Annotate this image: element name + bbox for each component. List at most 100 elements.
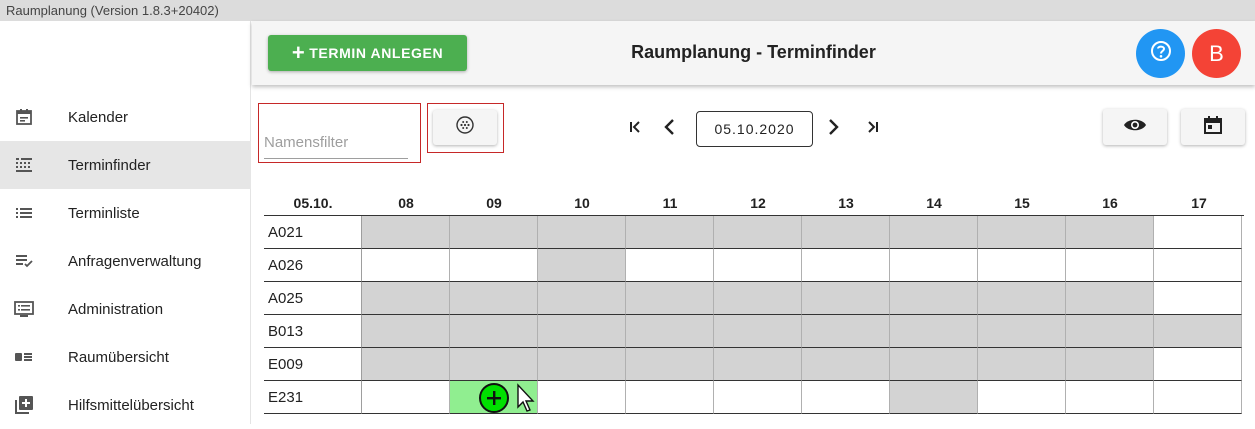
- sidebar-item-label: Hilfsmittelübersicht: [68, 396, 194, 414]
- free-slot[interactable]: [802, 381, 890, 414]
- sidebar-item-administration[interactable]: Administration: [0, 285, 251, 333]
- booked-slot: [538, 216, 626, 249]
- next-day-button[interactable]: [820, 116, 846, 142]
- user-initial: B: [1209, 40, 1224, 66]
- window-title-bar: Raumplanung (Version 1.8.3+20402): [0, 0, 1255, 21]
- user-avatar-button[interactable]: B: [1192, 29, 1241, 78]
- booked-slot: [714, 315, 802, 348]
- booked-slot: [890, 282, 978, 315]
- plus-icon: +: [291, 40, 306, 65]
- booked-slot: [626, 216, 714, 249]
- sidebar-item-terminliste[interactable]: Terminliste: [0, 189, 251, 237]
- booked-slot: [626, 282, 714, 315]
- grid-list-icon: [13, 154, 35, 176]
- sidebar-item-label: Terminliste: [68, 204, 140, 222]
- sidebar: Kalender Terminfinder Terminliste Anfrag…: [0, 21, 251, 424]
- booked-slot: [450, 216, 538, 249]
- booked-slot: [978, 216, 1066, 249]
- free-slot[interactable]: [1154, 282, 1242, 315]
- date-picker-field[interactable]: 05.10.2020: [696, 111, 813, 147]
- hour-header: 13: [838, 195, 854, 211]
- table-row: E009: [264, 348, 1244, 381]
- sidebar-item-kalender[interactable]: Kalender: [0, 93, 251, 141]
- free-slot[interactable]: [890, 249, 978, 282]
- hour-header: 16: [1102, 195, 1118, 211]
- booked-slot: [626, 348, 714, 381]
- sidebar-item-anfragenverwaltung[interactable]: Anfragenverwaltung: [0, 237, 251, 285]
- admin-list-icon: [13, 298, 35, 320]
- booked-slot: [890, 381, 978, 414]
- free-slot[interactable]: [802, 249, 890, 282]
- help-circle-icon: [1149, 39, 1173, 68]
- selected-slot[interactable]: [450, 381, 538, 414]
- booked-slot: [1066, 315, 1154, 348]
- free-slot[interactable]: [362, 381, 450, 414]
- first-page-icon: [627, 119, 643, 140]
- booked-slot: [538, 348, 626, 381]
- free-slot[interactable]: [978, 381, 1066, 414]
- calendar-view-button[interactable]: [1181, 109, 1245, 145]
- hour-header: 09: [486, 195, 502, 211]
- hour-header: 17: [1191, 195, 1207, 211]
- booked-slot: [362, 315, 450, 348]
- booked-slot: [450, 282, 538, 315]
- free-slot[interactable]: [626, 249, 714, 282]
- table-row: B013: [264, 315, 1244, 348]
- options-button-container: [427, 103, 504, 153]
- sidebar-item-label: Kalender: [68, 108, 129, 126]
- mouse-pointer-icon: [516, 383, 538, 418]
- booked-slot: [802, 216, 890, 249]
- sidebar-item-label: Administration: [68, 300, 164, 318]
- options-button[interactable]: [433, 110, 497, 145]
- booked-slot: [538, 315, 626, 348]
- booked-slot: [362, 282, 450, 315]
- free-slot[interactable]: [1154, 249, 1242, 282]
- room-name-cell: A026: [264, 249, 362, 282]
- sidebar-item-label: Raumübersicht: [68, 348, 169, 366]
- booked-slot: [1066, 216, 1154, 249]
- name-filter-input[interactable]: [264, 127, 408, 159]
- free-slot[interactable]: [1154, 348, 1242, 381]
- hour-header: 11: [662, 195, 678, 211]
- booked-slot: [626, 315, 714, 348]
- free-slot[interactable]: [1154, 381, 1242, 414]
- calendar-today-icon: [1203, 115, 1223, 140]
- sidebar-item-label: Anfragenverwaltung: [68, 252, 202, 270]
- sidebar-item-terminfinder[interactable]: Terminfinder: [0, 141, 251, 189]
- booked-slot: [890, 348, 978, 381]
- room-name-cell: E009: [264, 348, 362, 381]
- free-slot[interactable]: [1066, 249, 1154, 282]
- free-slot[interactable]: [1066, 381, 1154, 414]
- last-page-icon: [865, 119, 881, 140]
- booked-slot: [1066, 348, 1154, 381]
- free-slot[interactable]: [978, 249, 1066, 282]
- booked-slot: [714, 282, 802, 315]
- free-slot[interactable]: [362, 249, 450, 282]
- hour-header: 14: [926, 195, 942, 211]
- previous-day-button[interactable]: [657, 116, 683, 142]
- playlist-check-icon: [13, 250, 35, 272]
- free-slot[interactable]: [714, 249, 802, 282]
- booked-slot: [362, 216, 450, 249]
- free-slot[interactable]: [626, 381, 714, 414]
- free-slot[interactable]: [714, 381, 802, 414]
- free-slot[interactable]: [1154, 216, 1242, 249]
- hour-header: 08: [398, 195, 414, 211]
- help-button[interactable]: [1136, 29, 1185, 78]
- new-appointment-button[interactable]: + TERMIN ANLEGEN: [268, 35, 467, 71]
- hour-header: 15: [1014, 195, 1030, 211]
- first-page-button[interactable]: [622, 116, 648, 142]
- list-icon: [13, 202, 35, 224]
- booked-slot: [362, 348, 450, 381]
- booked-slot: [1154, 315, 1242, 348]
- free-slot[interactable]: [450, 249, 538, 282]
- last-page-button[interactable]: [860, 116, 886, 142]
- booked-slot: [1066, 282, 1154, 315]
- sidebar-item-raumuebersicht[interactable]: Raumübersicht: [0, 333, 251, 381]
- free-slot[interactable]: [538, 381, 626, 414]
- booked-slot: [978, 348, 1066, 381]
- visibility-button[interactable]: [1103, 109, 1167, 145]
- booked-slot: [714, 348, 802, 381]
- add-appointment-icon[interactable]: [479, 383, 509, 413]
- sidebar-item-hilfsmitteluebersicht[interactable]: Hilfsmittelübersicht: [0, 381, 251, 429]
